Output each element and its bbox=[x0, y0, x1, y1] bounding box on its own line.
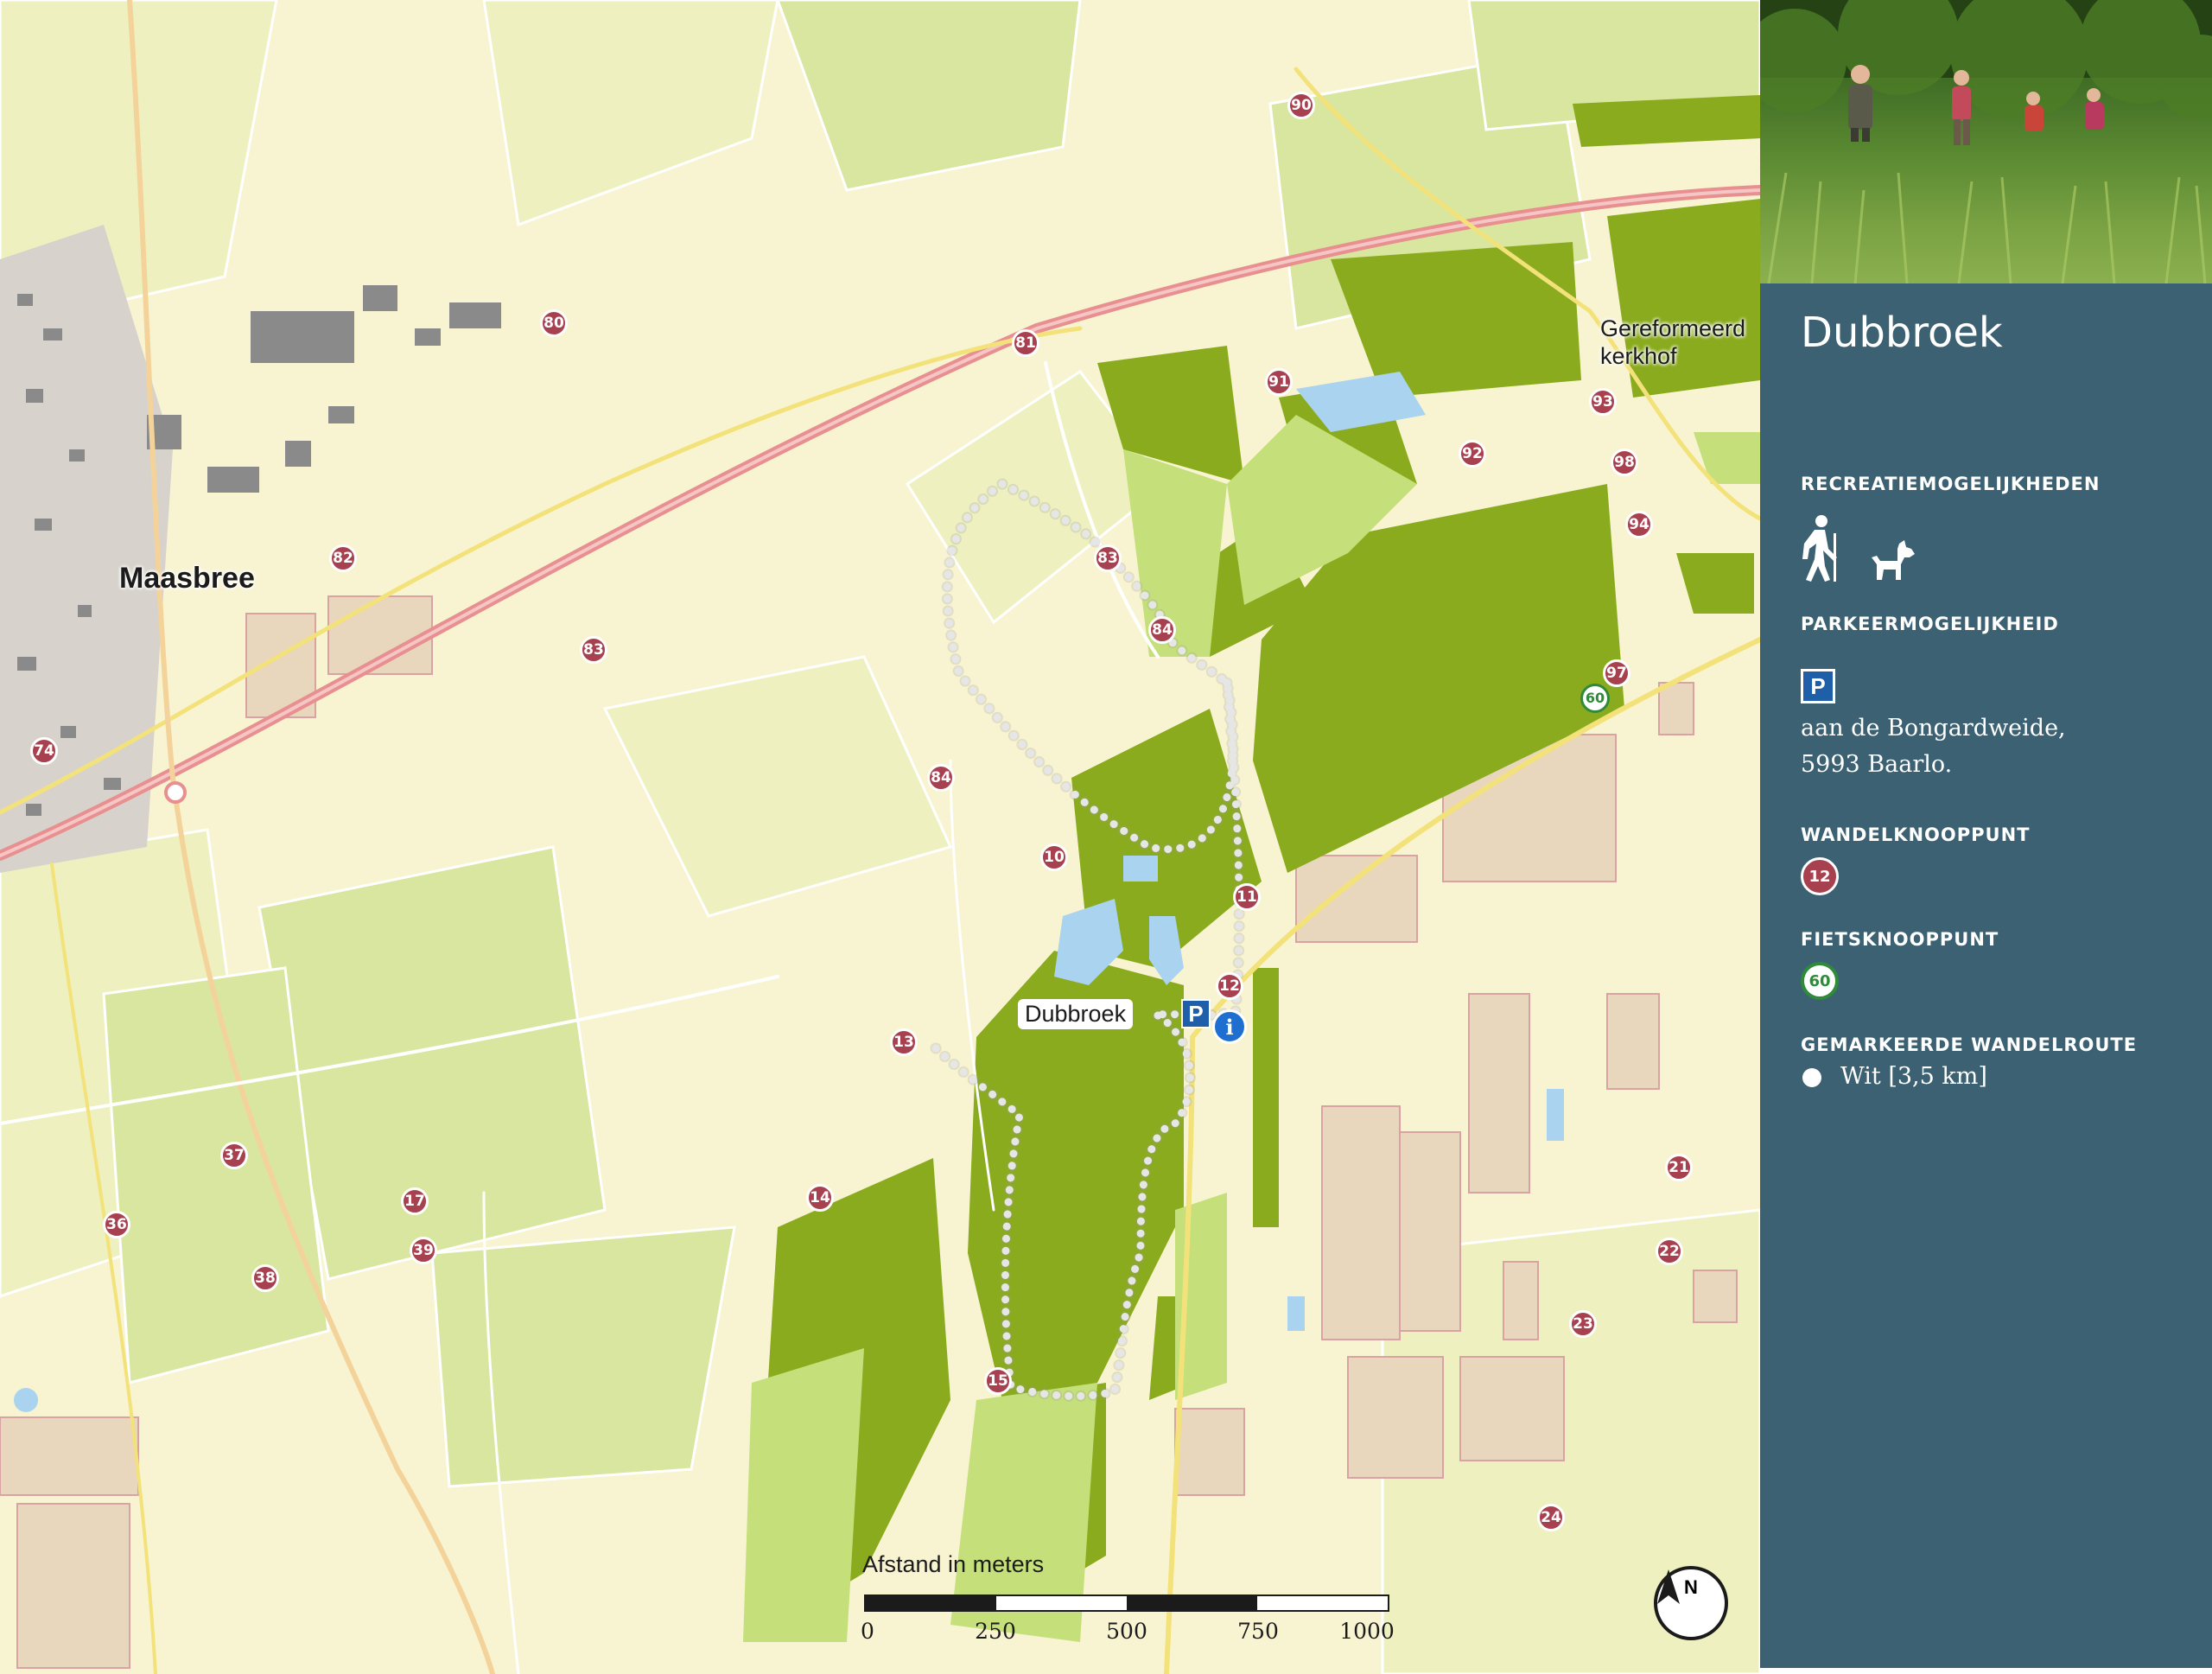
walking-node-marker[interactable]: 12 bbox=[1216, 972, 1243, 1000]
poi-label-line1: Gereformeerd bbox=[1600, 315, 1746, 341]
walking-node-marker[interactable]: 98 bbox=[1611, 449, 1638, 476]
parking-address-line2: 5993 Baarlo. bbox=[1801, 751, 1953, 778]
walking-node-marker[interactable]: 15 bbox=[984, 1367, 1012, 1395]
scale-title: Afstand in meters bbox=[862, 1551, 1045, 1577]
info-sidebar: Dubbroek RECREATIEMOGELIJKHEDEN PARKEERM… bbox=[1760, 0, 2212, 1674]
recreation-heading: RECREATIEMOGELIJKHEDEN bbox=[1801, 474, 2101, 494]
walk-node-badge: 12 bbox=[1801, 857, 1839, 895]
bike-node-heading: FIETSKNOOPPUNT bbox=[1801, 929, 1999, 950]
walking-node-marker[interactable]: 82 bbox=[329, 544, 357, 572]
walking-node-marker[interactable]: 37 bbox=[220, 1142, 248, 1169]
walking-node-marker[interactable]: 38 bbox=[251, 1264, 279, 1292]
walk-node-heading: WANDELKNOOPPUNT bbox=[1801, 824, 2031, 845]
parking-address: aan de Bongardweide, 5993 Baarlo. bbox=[1801, 710, 2066, 783]
walking-node-marker[interactable]: 91 bbox=[1265, 368, 1293, 396]
route-heading: GEMARKEERDE WANDELROUTE bbox=[1801, 1034, 2138, 1055]
parking-icon: P bbox=[1801, 669, 1835, 703]
info-marker[interactable]: i bbox=[1212, 1009, 1247, 1044]
bike-node-badge: 60 bbox=[1801, 962, 1839, 1000]
parking-heading: PARKEERMOGELIJKHEID bbox=[1801, 614, 2059, 634]
dog-icon bbox=[1872, 540, 1915, 580]
walking-node-marker[interactable]: 22 bbox=[1656, 1238, 1683, 1265]
walking-node-marker[interactable]: 90 bbox=[1287, 92, 1315, 119]
walking-node-marker[interactable]: 80 bbox=[540, 309, 568, 337]
scale-tick-label: 1000 bbox=[1339, 1619, 1395, 1644]
walking-node-marker[interactable]: 93 bbox=[1589, 388, 1617, 416]
hiker-icon bbox=[1802, 515, 1837, 582]
walking-node-marker[interactable]: 36 bbox=[103, 1211, 130, 1238]
hikers-photo bbox=[1760, 0, 2212, 283]
walking-node-marker[interactable]: 92 bbox=[1459, 440, 1486, 468]
walking-node-marker[interactable]: 39 bbox=[410, 1237, 437, 1264]
walking-node-marker[interactable]: 11 bbox=[1233, 883, 1261, 911]
route-title: Dubbroek bbox=[1801, 309, 2003, 357]
compass-needle-icon bbox=[1657, 1569, 1680, 1604]
scale-tick-label: 500 bbox=[1106, 1619, 1147, 1644]
walking-node-marker[interactable]: 74 bbox=[30, 737, 58, 765]
map-base-layer bbox=[0, 0, 1760, 1674]
route-color-dot bbox=[1802, 1068, 1821, 1087]
parking-marker[interactable]: P bbox=[1181, 999, 1211, 1028]
walking-node-marker[interactable]: 21 bbox=[1665, 1154, 1693, 1181]
scale-bar: Afstand in meters 0 250 500 750 1000 bbox=[855, 1551, 1408, 1664]
route-value: Wit [3,5 km] bbox=[1840, 1063, 1987, 1090]
map-canvas[interactable]: 90 80 81 91 93 92 98 94 82 83 83 84 84 9… bbox=[0, 0, 1760, 1674]
parking-address-line1: aan de Bongardweide, bbox=[1801, 715, 2066, 742]
walking-node-marker[interactable]: 83 bbox=[580, 636, 607, 664]
walking-node-marker[interactable]: 13 bbox=[890, 1028, 918, 1056]
walking-node-marker[interactable]: 17 bbox=[401, 1187, 429, 1215]
poi-label-line2: kerkhof bbox=[1600, 343, 1677, 369]
walking-node-marker[interactable]: 84 bbox=[1148, 616, 1176, 644]
walking-node-marker[interactable]: 23 bbox=[1569, 1310, 1597, 1338]
parking-icon-letter: P bbox=[1803, 672, 1833, 701]
walking-node-marker[interactable]: 83 bbox=[1094, 544, 1122, 572]
walking-node-marker[interactable]: 10 bbox=[1040, 843, 1068, 871]
route-name-label: Dubbroek bbox=[1018, 999, 1134, 1029]
poi-label: Gereformeerd kerkhof bbox=[1600, 315, 1745, 370]
scale-tick-label: 750 bbox=[1237, 1619, 1279, 1644]
walking-node-marker[interactable]: 84 bbox=[927, 764, 955, 792]
walking-node-marker[interactable]: 97 bbox=[1603, 659, 1630, 687]
walking-node-marker[interactable]: 94 bbox=[1625, 511, 1653, 538]
walking-node-marker[interactable]: 24 bbox=[1537, 1504, 1565, 1531]
town-label: Maasbree bbox=[119, 562, 255, 595]
scale-tick-label: 250 bbox=[975, 1619, 1016, 1644]
walking-node-marker[interactable]: 14 bbox=[806, 1184, 834, 1212]
scale-tick-label: 0 bbox=[861, 1619, 874, 1644]
walking-node-marker[interactable]: 81 bbox=[1012, 329, 1039, 357]
north-arrow-icon: N bbox=[1654, 1566, 1728, 1640]
scale-bar-graphic bbox=[864, 1594, 1389, 1612]
cycling-node-marker[interactable]: 60 bbox=[1580, 684, 1610, 713]
